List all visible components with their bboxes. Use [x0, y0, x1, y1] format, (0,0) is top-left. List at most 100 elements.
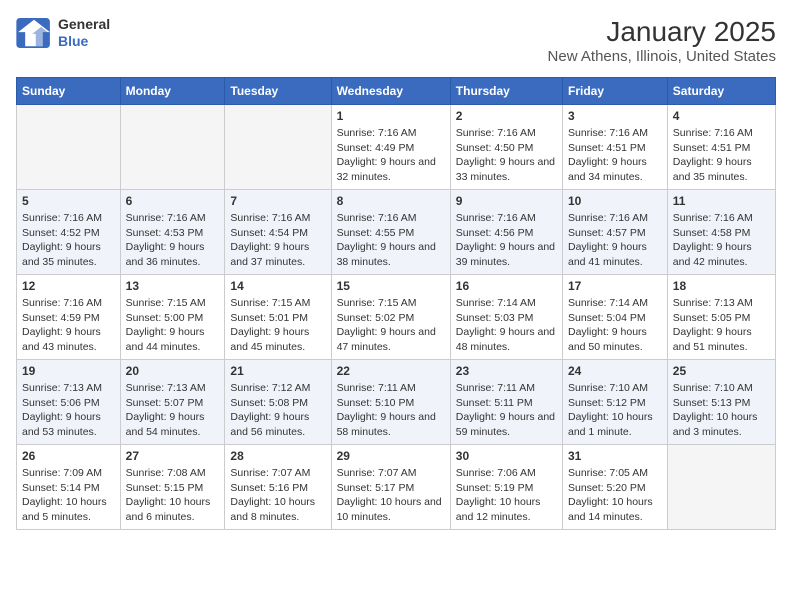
week-row-5: 26 Sunrise: 7:09 AM Sunset: 5:14 PM Dayli… [17, 445, 776, 530]
day-info: Sunrise: 7:07 AM Sunset: 5:17 PM Dayligh… [337, 466, 445, 525]
logo-line1: General [58, 16, 110, 33]
logo-line2: Blue [58, 33, 110, 50]
day-info: Sunrise: 7:05 AM Sunset: 5:20 PM Dayligh… [568, 466, 662, 525]
day-info: Sunrise: 7:07 AM Sunset: 5:16 PM Dayligh… [230, 466, 325, 525]
day-cell: 17 Sunrise: 7:14 AM Sunset: 5:04 PM Dayli… [563, 275, 668, 360]
day-info: Sunrise: 7:16 AM Sunset: 4:56 PM Dayligh… [456, 211, 557, 270]
day-number: 25 [673, 364, 770, 378]
day-cell: 5 Sunrise: 7:16 AM Sunset: 4:52 PM Daylig… [17, 190, 121, 275]
day-cell: 28Sunrise: 7:07 AM Sunset: 5:16 PM Dayli… [225, 445, 331, 530]
day-info: Sunrise: 7:11 AM Sunset: 5:10 PM Dayligh… [337, 381, 445, 440]
day-cell: 15Sunrise: 7:15 AM Sunset: 5:02 PM Dayli… [331, 275, 450, 360]
day-number: 18 [673, 279, 770, 293]
page-header: General Blue January 2025 New Athens, Il… [16, 16, 776, 65]
calendar-subtitle: New Athens, Illinois, United States [548, 48, 776, 65]
day-info: Sunrise: 7:16 AM Sunset: 4:51 PM Dayligh… [673, 126, 770, 185]
day-number: 23 [456, 364, 557, 378]
week-row-1: 1 Sunrise: 7:16 AM Sunset: 4:49 PM Daylig… [17, 105, 776, 190]
day-info: Sunrise: 7:16 AM Sunset: 4:52 PM Dayligh… [22, 211, 115, 270]
header-saturday: Saturday [667, 78, 775, 105]
day-cell: 14Sunrise: 7:15 AM Sunset: 5:01 PM Dayli… [225, 275, 331, 360]
day-info: Sunrise: 7:06 AM Sunset: 5:19 PM Dayligh… [456, 466, 557, 525]
day-cell: 11Sunrise: 7:16 AM Sunset: 4:58 PM Dayli… [667, 190, 775, 275]
day-number: 21 [230, 364, 325, 378]
day-info: Sunrise: 7:09 AM Sunset: 5:14 PM Dayligh… [22, 466, 115, 525]
day-cell: 7 Sunrise: 7:16 AM Sunset: 4:54 PM Daylig… [225, 190, 331, 275]
day-info: Sunrise: 7:16 AM Sunset: 4:54 PM Dayligh… [230, 211, 325, 270]
day-number: 13 [126, 279, 220, 293]
day-cell: 12 Sunrise: 7:16 AM Sunset: 4:59 PM Dayli… [17, 275, 121, 360]
day-number: 6 [126, 194, 220, 208]
day-number: 4 [673, 109, 770, 123]
day-info: Sunrise: 7:16 AM Sunset: 4:51 PM Dayligh… [568, 126, 662, 185]
day-cell: 23 Sunrise: 7:11 AM Sunset: 5:11 PM Dayli… [450, 360, 562, 445]
day-number: 17 [568, 279, 662, 293]
day-number: 22 [337, 364, 445, 378]
week-row-4: 19 Sunrise: 7:13 AM Sunset: 5:06 PM Dayli… [17, 360, 776, 445]
day-cell: 21Sunrise: 7:12 AM Sunset: 5:08 PM Dayli… [225, 360, 331, 445]
day-number: 9 [456, 194, 557, 208]
day-info: Sunrise: 7:13 AM Sunset: 5:07 PM Dayligh… [126, 381, 220, 440]
day-number: 14 [230, 279, 325, 293]
day-number: 5 [22, 194, 115, 208]
day-info: Sunrise: 7:10 AM Sunset: 5:13 PM Dayligh… [673, 381, 770, 440]
day-cell: 26 Sunrise: 7:09 AM Sunset: 5:14 PM Dayli… [17, 445, 121, 530]
day-cell: 13 Sunrise: 7:15 AM Sunset: 5:00 PM Dayli… [120, 275, 225, 360]
day-cell [17, 105, 121, 190]
day-info: Sunrise: 7:14 AM Sunset: 5:04 PM Dayligh… [568, 296, 662, 355]
day-number: 24 [568, 364, 662, 378]
day-cell [667, 445, 775, 530]
day-info: Sunrise: 7:16 AM Sunset: 4:59 PM Dayligh… [22, 296, 115, 355]
day-info: Sunrise: 7:11 AM Sunset: 5:11 PM Dayligh… [456, 381, 557, 440]
day-number: 1 [337, 109, 445, 123]
logo: General Blue [16, 16, 110, 50]
week-row-2: 5 Sunrise: 7:16 AM Sunset: 4:52 PM Daylig… [17, 190, 776, 275]
day-info: Sunrise: 7:15 AM Sunset: 5:02 PM Dayligh… [337, 296, 445, 355]
day-number: 3 [568, 109, 662, 123]
day-cell: 8Sunrise: 7:16 AM Sunset: 4:55 PM Daylig… [331, 190, 450, 275]
logo-text: General Blue [58, 16, 110, 50]
day-info: Sunrise: 7:16 AM Sunset: 4:50 PM Dayligh… [456, 126, 557, 185]
day-number: 27 [126, 449, 220, 463]
day-cell: 6 Sunrise: 7:16 AM Sunset: 4:53 PM Daylig… [120, 190, 225, 275]
day-cell: 2Sunrise: 7:16 AM Sunset: 4:50 PM Daylig… [450, 105, 562, 190]
day-number: 10 [568, 194, 662, 208]
header-thursday: Thursday [450, 78, 562, 105]
day-info: Sunrise: 7:10 AM Sunset: 5:12 PM Dayligh… [568, 381, 662, 440]
day-cell: 25 Sunrise: 7:10 AM Sunset: 5:13 PM Dayli… [667, 360, 775, 445]
day-cell: 24 Sunrise: 7:10 AM Sunset: 5:12 PM Dayli… [563, 360, 668, 445]
header-friday: Friday [563, 78, 668, 105]
day-cell: 4 Sunrise: 7:16 AM Sunset: 4:51 PM Daylig… [667, 105, 775, 190]
logo-icon [16, 18, 52, 48]
day-cell: 30 Sunrise: 7:06 AM Sunset: 5:19 PM Dayli… [450, 445, 562, 530]
day-number: 8 [337, 194, 445, 208]
day-info: Sunrise: 7:08 AM Sunset: 5:15 PM Dayligh… [126, 466, 220, 525]
day-info: Sunrise: 7:15 AM Sunset: 5:00 PM Dayligh… [126, 296, 220, 355]
day-number: 19 [22, 364, 115, 378]
day-number: 12 [22, 279, 115, 293]
week-row-3: 12 Sunrise: 7:16 AM Sunset: 4:59 PM Dayli… [17, 275, 776, 360]
day-number: 26 [22, 449, 115, 463]
title-block: January 2025 New Athens, Illinois, Unite… [548, 16, 776, 65]
day-cell: 16Sunrise: 7:14 AM Sunset: 5:03 PM Dayli… [450, 275, 562, 360]
day-cell: 18 Sunrise: 7:13 AM Sunset: 5:05 PM Dayli… [667, 275, 775, 360]
day-cell: 31Sunrise: 7:05 AM Sunset: 5:20 PM Dayli… [563, 445, 668, 530]
day-cell [225, 105, 331, 190]
day-number: 20 [126, 364, 220, 378]
day-info: Sunrise: 7:13 AM Sunset: 5:06 PM Dayligh… [22, 381, 115, 440]
day-info: Sunrise: 7:16 AM Sunset: 4:53 PM Dayligh… [126, 211, 220, 270]
header-sunday: Sunday [17, 78, 121, 105]
day-info: Sunrise: 7:13 AM Sunset: 5:05 PM Dayligh… [673, 296, 770, 355]
day-info: Sunrise: 7:16 AM Sunset: 4:57 PM Dayligh… [568, 211, 662, 270]
day-info: Sunrise: 7:16 AM Sunset: 4:49 PM Dayligh… [337, 126, 445, 185]
day-number: 11 [673, 194, 770, 208]
header-row: SundayMondayTuesdayWednesdayThursdayFrid… [17, 78, 776, 105]
calendar-table: SundayMondayTuesdayWednesdayThursdayFrid… [16, 77, 776, 530]
header-wednesday: Wednesday [331, 78, 450, 105]
day-number: 7 [230, 194, 325, 208]
day-cell: 9 Sunrise: 7:16 AM Sunset: 4:56 PM Daylig… [450, 190, 562, 275]
day-cell: 27 Sunrise: 7:08 AM Sunset: 5:15 PM Dayli… [120, 445, 225, 530]
day-number: 30 [456, 449, 557, 463]
day-cell: 29Sunrise: 7:07 AM Sunset: 5:17 PM Dayli… [331, 445, 450, 530]
day-cell: 20 Sunrise: 7:13 AM Sunset: 5:07 PM Dayli… [120, 360, 225, 445]
